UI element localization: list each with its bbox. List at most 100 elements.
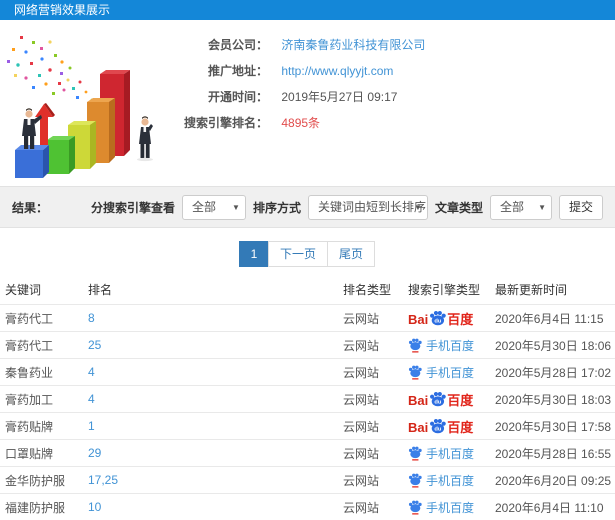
table-body: 膏药代工 8 云网站 Bai du 百度 2020年6月4日 11:15 膏药代… (0, 304, 615, 520)
mobile-baidu-paw-icon (408, 446, 422, 460)
bar-green (47, 136, 75, 174)
table-row: 膏药贴牌 1 云网站 Bai du 百度 2020年5月30日 17:58 (0, 412, 615, 439)
rank-count-value: 4895条 (281, 116, 321, 130)
rank-cell[interactable]: 10 (88, 500, 343, 514)
engine-cell: 手机百度 (408, 337, 495, 354)
chevron-down-icon: ▼ (414, 202, 422, 212)
next-page-button[interactable]: 下一页 (267, 241, 328, 267)
mobile-baidu-label: 手机百度 (426, 446, 475, 461)
rank-cell[interactable]: 4 (88, 365, 343, 379)
pagination: 1 下一页 尾页 (0, 241, 615, 267)
sort-select-value: 关键词由短到长排序 (317, 199, 426, 214)
engine-cell: Bai du 百度 (408, 418, 495, 434)
rank-type-cell: 云网站 (343, 419, 380, 434)
baidu-wordmark: Bai (408, 420, 429, 435)
submit-button[interactable]: 提交 (558, 194, 603, 220)
filter-controls: 分搜索引擎查看 全部 ▼ 排序方式 关键词由短到长排序 ▼ 文章类型 全部 ▼ … (90, 194, 603, 220)
updated-cell: 2020年5月30日 18:06 (495, 338, 612, 353)
summary-section: 会员公司： 济南秦鲁药业科技有限公司 推广地址： http://www.qlyy… (0, 20, 615, 186)
last-page-button[interactable]: 尾页 (327, 241, 376, 267)
updated-cell: 2020年5月30日 17:58 (495, 419, 612, 434)
mobile-baidu-logo: 手机百度 (408, 445, 474, 462)
mobile-baidu-logo: 手机百度 (408, 472, 474, 489)
engine-cell: Bai du 百度 (408, 310, 495, 326)
keyword-cell: 秦鲁药业 (5, 365, 54, 380)
keyword-cell: 膏药代工 (5, 338, 54, 353)
sort-select[interactable]: 关键词由短到长排序 ▼ (307, 194, 428, 220)
baidu-paw-icon: du (430, 310, 447, 326)
open-time-value: 2019年5月27日 09:17 (281, 90, 398, 104)
mobile-baidu-paw-icon (408, 365, 422, 379)
rank-cell[interactable]: 17,25 (88, 473, 343, 487)
baidu-logo: Bai du 百度 (408, 418, 473, 434)
article-type-label: 文章类型 (434, 200, 483, 215)
company-link[interactable]: 济南秦鲁药业科技有限公司 (281, 38, 425, 52)
rank-cell[interactable]: 29 (88, 446, 343, 460)
keyword-cell: 膏药加工 (5, 392, 54, 407)
baidu-logo: Bai du 百度 (408, 391, 473, 407)
bar-chart-illustration (7, 36, 153, 178)
marketing-report-page: 网络营销效果展示 会员公司： 济南秦鲁药业科技有限公司 推广地址： http:/… (0, 0, 615, 520)
mobile-baidu-label: 手机百度 (426, 338, 475, 353)
table-row: 口罩贴牌 29 云网站 手机百度 2020年5月28日 16:55 (0, 439, 615, 466)
baidu-wordmark: Bai (408, 393, 429, 408)
mobile-baidu-logo: 手机百度 (408, 337, 474, 354)
engine-cell: 手机百度 (408, 445, 495, 462)
baidu-logo: Bai du 百度 (408, 310, 473, 326)
svg-text:du: du (435, 426, 443, 432)
rank-cell[interactable]: 4 (88, 392, 343, 406)
table-row: 膏药加工 4 云网站 Bai du 百度 2020年5月30日 18:03 (0, 385, 615, 412)
rank-type-cell: 云网站 (343, 392, 380, 407)
mobile-baidu-label: 手机百度 (426, 365, 475, 380)
chevron-down-icon: ▼ (538, 202, 546, 212)
rank-cell[interactable]: 8 (88, 311, 343, 325)
info-row-rank-count: 搜索引擎排名： 4895条 (176, 110, 425, 136)
updated-cell: 2020年6月4日 11:15 (495, 311, 604, 326)
window-titlebar: 网络营销效果展示 (0, 0, 615, 20)
result-label: 结果： (12, 200, 49, 215)
header-rank-type: 排名类型 (343, 282, 392, 297)
businessman-right (137, 116, 153, 162)
mobile-baidu-paw-icon (408, 338, 422, 352)
rank-count-label: 搜索引擎排名： (183, 116, 268, 130)
engine-cell: Bai du 百度 (408, 391, 495, 407)
baidu-cn-wordmark: 百度 (447, 393, 474, 408)
page-1-button[interactable]: 1 (238, 241, 269, 267)
svg-text:du: du (435, 318, 443, 324)
updated-cell: 2020年5月28日 17:02 (495, 365, 612, 380)
sort-label: 排序方式 (252, 200, 301, 215)
filter-bar: 结果： 分搜索引擎查看 全部 ▼ 排序方式 关键词由短到长排序 ▼ 文章类型 全… (0, 186, 615, 228)
rank-type-cell: 云网站 (343, 311, 380, 326)
updated-cell: 2020年6月4日 11:10 (495, 500, 604, 515)
baidu-cn-wordmark: 百度 (447, 312, 474, 327)
table-row: 膏药代工 25 云网站 手机百度 2020年5月30日 18:06 (0, 331, 615, 358)
rank-cell[interactable]: 1 (88, 419, 343, 433)
rank-cell[interactable]: 25 (88, 338, 343, 352)
header-keyword: 关键词 (5, 282, 42, 297)
rank-type-cell: 云网站 (343, 338, 380, 353)
engine-select[interactable]: 全部 ▼ (181, 194, 246, 220)
table-row: 秦鲁药业 4 云网站 手机百度 2020年5月28日 17:02 (0, 358, 615, 385)
mobile-baidu-paw-icon (408, 500, 422, 514)
promo-url-link[interactable]: http://www.qlyyjt.com (281, 64, 393, 78)
mobile-baidu-logo: 手机百度 (408, 499, 474, 516)
mobile-baidu-label: 手机百度 (426, 473, 475, 488)
rank-type-cell: 云网站 (343, 500, 380, 515)
table-header-row: 关键词 排名 排名类型 搜索引擎类型 最新更新时间 (0, 274, 615, 304)
keyword-cell: 福建防护服 (5, 500, 66, 515)
keyword-ranking-table: 关键词 排名 排名类型 搜索引擎类型 最新更新时间 膏药代工 8 云网站 Bai… (0, 274, 615, 520)
info-row-company: 会员公司： 济南秦鲁药业科技有限公司 (176, 32, 425, 58)
article-type-value: 全部 (499, 199, 524, 214)
confetti-decoration (7, 36, 100, 107)
open-time-label: 开通时间： (207, 90, 268, 104)
member-info: 会员公司： 济南秦鲁药业科技有限公司 推广地址： http://www.qlyy… (176, 32, 425, 136)
article-type-select[interactable]: 全部 ▼ (489, 194, 552, 220)
svg-text:du: du (435, 399, 443, 405)
engine-filter-label: 分搜索引擎查看 (90, 200, 175, 215)
table-row: 膏药代工 8 云网站 Bai du 百度 2020年6月4日 11:15 (0, 304, 615, 331)
mobile-baidu-logo: 手机百度 (408, 364, 474, 381)
updated-cell: 2020年6月20日 09:25 (495, 473, 612, 488)
baidu-paw-icon: du (430, 391, 447, 407)
engine-select-value: 全部 (191, 199, 216, 214)
info-row-url: 推广地址： http://www.qlyyjt.com (176, 58, 425, 84)
